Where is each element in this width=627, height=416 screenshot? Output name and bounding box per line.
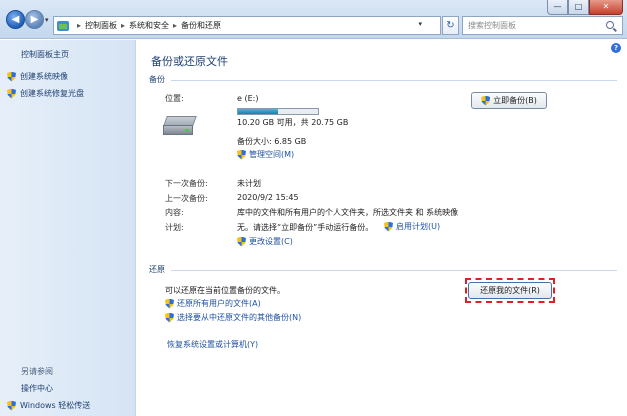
last-backup-label: 上一次备份: <box>165 194 208 203</box>
change-settings-link[interactable]: 更改设置(C) <box>237 236 293 247</box>
recent-pages-chevron-icon[interactable]: ▾ <box>45 16 49 24</box>
maximize-button[interactable]: □ <box>568 0 589 15</box>
backup-section-heading: 备份 <box>149 75 165 84</box>
easy-transfer-label: Windows 轻松传送 <box>20 401 91 410</box>
enable-schedule-label: 启用计划(U) <box>396 222 441 231</box>
windows-easy-transfer-link[interactable]: Windows 轻松传送 <box>7 400 90 411</box>
location-value: e (E:) <box>237 94 259 103</box>
control-panel-home-link[interactable]: 控制面板主页 <box>21 49 69 60</box>
uac-shield-icon <box>237 236 246 247</box>
recover-system-link[interactable]: 恢复系统设置或计算机(Y) <box>167 339 258 350</box>
uac-shield-icon <box>165 312 174 323</box>
select-other-backup-link[interactable]: 选择要从中还原文件的其他备份(N) <box>165 312 301 323</box>
contents-value: 库中的文件和所有用户的个人文件夹，所选文件夹 和 系统映像 <box>237 208 459 217</box>
breadcrumb-backup-restore[interactable]: 备份和还原 <box>181 20 221 31</box>
manage-space-label: 管理空间(M) <box>249 150 295 159</box>
restore-all-users-label: 还原所有用户的文件(A) <box>177 299 261 308</box>
backup-section-divider <box>171 80 617 81</box>
backup-now-label: 立即备份(B) <box>493 96 537 105</box>
uac-shield-icon <box>481 95 491 106</box>
location-label: 位置: <box>165 94 184 103</box>
restore-my-files-button[interactable]: 还原我的文件(R) <box>468 282 552 299</box>
title-bar: — □ ✕ ◀ ▶ ▾ ▸ 控制面板 ▸ 系统和安全 ▸ 备份和还原 ▾ ↻ 搜… <box>0 0 627 39</box>
drive-usage-bar <box>237 108 319 115</box>
breadcrumb-control-panel[interactable]: 控制面板 <box>85 20 117 31</box>
next-backup-label: 下一次备份: <box>165 179 208 188</box>
drive-icon <box>163 116 197 138</box>
restore-section-heading: 还原 <box>149 265 165 274</box>
breadcrumb-system-security[interactable]: 系统和安全 <box>129 20 169 31</box>
select-other-backup-label: 选择要从中还原文件的其他备份(N) <box>177 313 302 322</box>
backup-now-button[interactable]: 立即备份(B) <box>471 92 547 109</box>
create-system-image-label: 创建系统映像 <box>20 72 68 81</box>
next-backup-value: 未计划 <box>237 179 261 188</box>
enable-schedule-link[interactable]: 启用计划(U) <box>384 221 440 232</box>
minimize-button[interactable]: — <box>547 0 568 15</box>
action-center-link[interactable]: 操作中心 <box>21 383 53 394</box>
easy-transfer-icon <box>7 400 16 411</box>
help-icon[interactable]: ? <box>611 43 621 53</box>
search-input[interactable]: 搜索控制面板 <box>462 16 623 35</box>
restore-section-divider <box>171 270 617 271</box>
restore-all-users-link[interactable]: 还原所有用户的文件(A) <box>165 298 261 309</box>
uac-shield-icon <box>165 298 174 309</box>
create-repair-disc-label: 创建系统修复光盘 <box>20 89 84 98</box>
uac-shield-icon <box>384 221 393 232</box>
breadcrumb-separator: ▸ <box>77 21 82 30</box>
schedule-value: 无。请选择“立即备份”手动运行备份。 <box>237 223 374 232</box>
drive-usage-fill <box>238 109 278 114</box>
restore-description: 可以还原在当前位置备份的文件。 <box>165 286 285 295</box>
forward-arrow-icon[interactable]: ▶ <box>25 10 44 29</box>
breadcrumb-separator: ▸ <box>121 21 126 30</box>
contents-label: 内容: <box>165 208 184 217</box>
uac-shield-icon <box>7 88 16 99</box>
left-nav-pane: 控制面板主页 创建系统映像 创建系统修复光盘 另请参阅 操作中心 Windows… <box>0 40 136 416</box>
uac-shield-icon <box>7 71 16 82</box>
uac-shield-icon <box>237 149 246 160</box>
breadcrumb-separator: ▸ <box>173 21 178 30</box>
manage-space-link[interactable]: 管理空间(M) <box>237 149 294 160</box>
last-backup-value: 2020/9/2 15:45 <box>237 193 299 202</box>
change-settings-label: 更改设置(C) <box>249 237 293 246</box>
create-system-image-link[interactable]: 创建系统映像 <box>7 71 68 82</box>
see-also-heading: 另请参阅 <box>21 367 53 376</box>
main-content: ? 备份或还原文件 备份 位置: e (E:) 10.20 GB 可用，共 20… <box>137 40 627 416</box>
schedule-label: 计划: <box>165 223 184 232</box>
search-icon[interactable] <box>606 21 614 29</box>
free-space-text: 10.20 GB 可用，共 20.75 GB <box>237 118 349 127</box>
close-button[interactable]: ✕ <box>589 0 623 15</box>
create-repair-disc-link[interactable]: 创建系统修复光盘 <box>7 88 84 99</box>
address-dropdown-icon[interactable]: ▾ <box>418 20 422 28</box>
window-controls: — □ ✕ <box>547 0 623 15</box>
back-arrow-icon[interactable]: ◀ <box>6 10 25 29</box>
refresh-icon[interactable]: ↻ <box>442 16 459 35</box>
page-title: 备份或还原文件 <box>151 55 228 68</box>
address-bar[interactable]: ▸ 控制面板 ▸ 系统和安全 ▸ 备份和还原 ▾ <box>53 16 441 35</box>
backup-size-text: 备份大小: 6.85 GB <box>237 137 307 146</box>
control-panel-icon <box>57 20 69 31</box>
